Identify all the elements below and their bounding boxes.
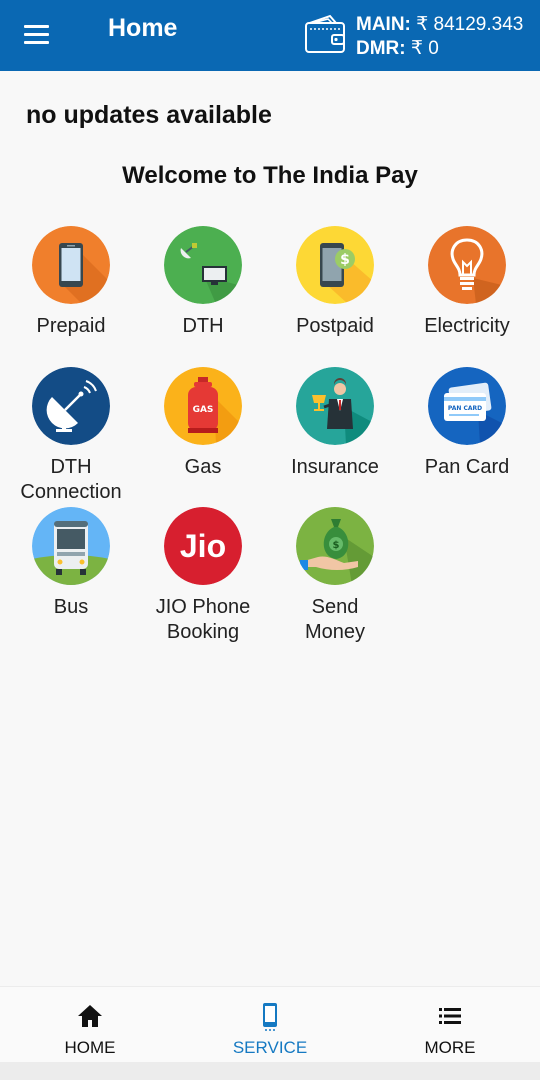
- phone-icon: [263, 1003, 277, 1031]
- service-gas[interactable]: GAS Gas: [137, 367, 269, 480]
- service-label: Postpaid: [296, 315, 374, 337]
- updates-message: no updates available: [26, 101, 272, 129]
- list-icon: [439, 1008, 461, 1024]
- service-dth-connection[interactable]: DTH Connection: [5, 367, 137, 505]
- service-dth[interactable]: DTH: [137, 226, 269, 339]
- mobile-bill-icon: $: [296, 226, 374, 304]
- welcome-heading: Welcome to The India Pay: [122, 162, 418, 189]
- app-bar: Home MAIN: ₹ 84129.343 DMR: ₹ 0: [0, 0, 540, 71]
- service-electricity[interactable]: Electricity: [401, 226, 533, 339]
- service-insurance[interactable]: Insurance: [269, 367, 401, 480]
- nav-home-label: HOME: [64, 1038, 116, 1057]
- dmr-balance-value: ₹ 0: [410, 38, 439, 59]
- service-label: Electricity: [424, 315, 510, 337]
- jio-icon: Jio: [164, 507, 242, 585]
- service-label: Bus: [53, 596, 89, 618]
- service-label: Prepaid: [36, 315, 106, 337]
- gas-text: GAS: [193, 405, 214, 415]
- service-jio-phone-booking[interactable]: Jio JIO Phone Booking: [137, 507, 269, 645]
- home-icon: [78, 1005, 102, 1027]
- money-bag-icon: $: [296, 507, 374, 585]
- nav-home[interactable]: HOME: [0, 987, 180, 1063]
- main-balance-value: ₹ 84129.343: [416, 14, 524, 35]
- nav-service[interactable]: SERVICE: [180, 987, 360, 1063]
- service-bus[interactable]: Bus: [5, 507, 137, 620]
- dmr-balance-label: DMR:: [356, 38, 406, 59]
- service-label: JIO Phone Booking: [155, 596, 251, 643]
- service-send-money[interactable]: $ Send Money: [269, 507, 401, 645]
- service-label: DTH: [182, 315, 224, 337]
- main-content: no updates available Welcome to The Indi…: [0, 71, 540, 986]
- service-label: Gas: [184, 456, 222, 478]
- wallet-icon[interactable]: [304, 14, 346, 54]
- menu-icon[interactable]: [14, 16, 58, 52]
- service-pan-card[interactable]: PAN CARD Pan Card: [401, 367, 533, 480]
- service-prepaid[interactable]: Prepaid: [5, 226, 137, 339]
- service-postpaid[interactable]: $ Postpaid: [269, 226, 401, 339]
- bottom-navigation: HOME SERVICE MORE: [0, 986, 540, 1062]
- nav-more[interactable]: MORE: [360, 987, 540, 1063]
- system-nav-bar: [0, 1062, 540, 1080]
- gas-cylinder-icon: GAS: [164, 367, 242, 445]
- satellite-dish-icon: [32, 367, 110, 445]
- pan-card-icon: PAN CARD: [428, 367, 506, 445]
- service-label: DTH Connection: [20, 456, 122, 503]
- jio-logo-text: Jio: [180, 528, 226, 564]
- svg-text:$: $: [340, 252, 350, 268]
- wallet-balances: MAIN: ₹ 84129.343 DMR: ₹ 0: [356, 13, 523, 61]
- insurance-icon: [296, 367, 374, 445]
- mobile-icon: [32, 226, 110, 304]
- nav-service-label: SERVICE: [232, 1038, 308, 1057]
- service-label: Pan Card: [424, 456, 510, 478]
- satellite-tv-icon: [164, 226, 242, 304]
- svg-text:$: $: [333, 540, 340, 551]
- pan-card-text: PAN CARD: [448, 405, 482, 412]
- main-balance-label: MAIN:: [356, 14, 411, 35]
- bus-icon: [32, 507, 110, 585]
- bulb-icon: [428, 226, 506, 304]
- nav-more-label: MORE: [424, 1038, 476, 1057]
- service-label: Insurance: [291, 456, 379, 478]
- page-title: Home: [108, 14, 178, 42]
- service-label: Send Money: [304, 596, 366, 643]
